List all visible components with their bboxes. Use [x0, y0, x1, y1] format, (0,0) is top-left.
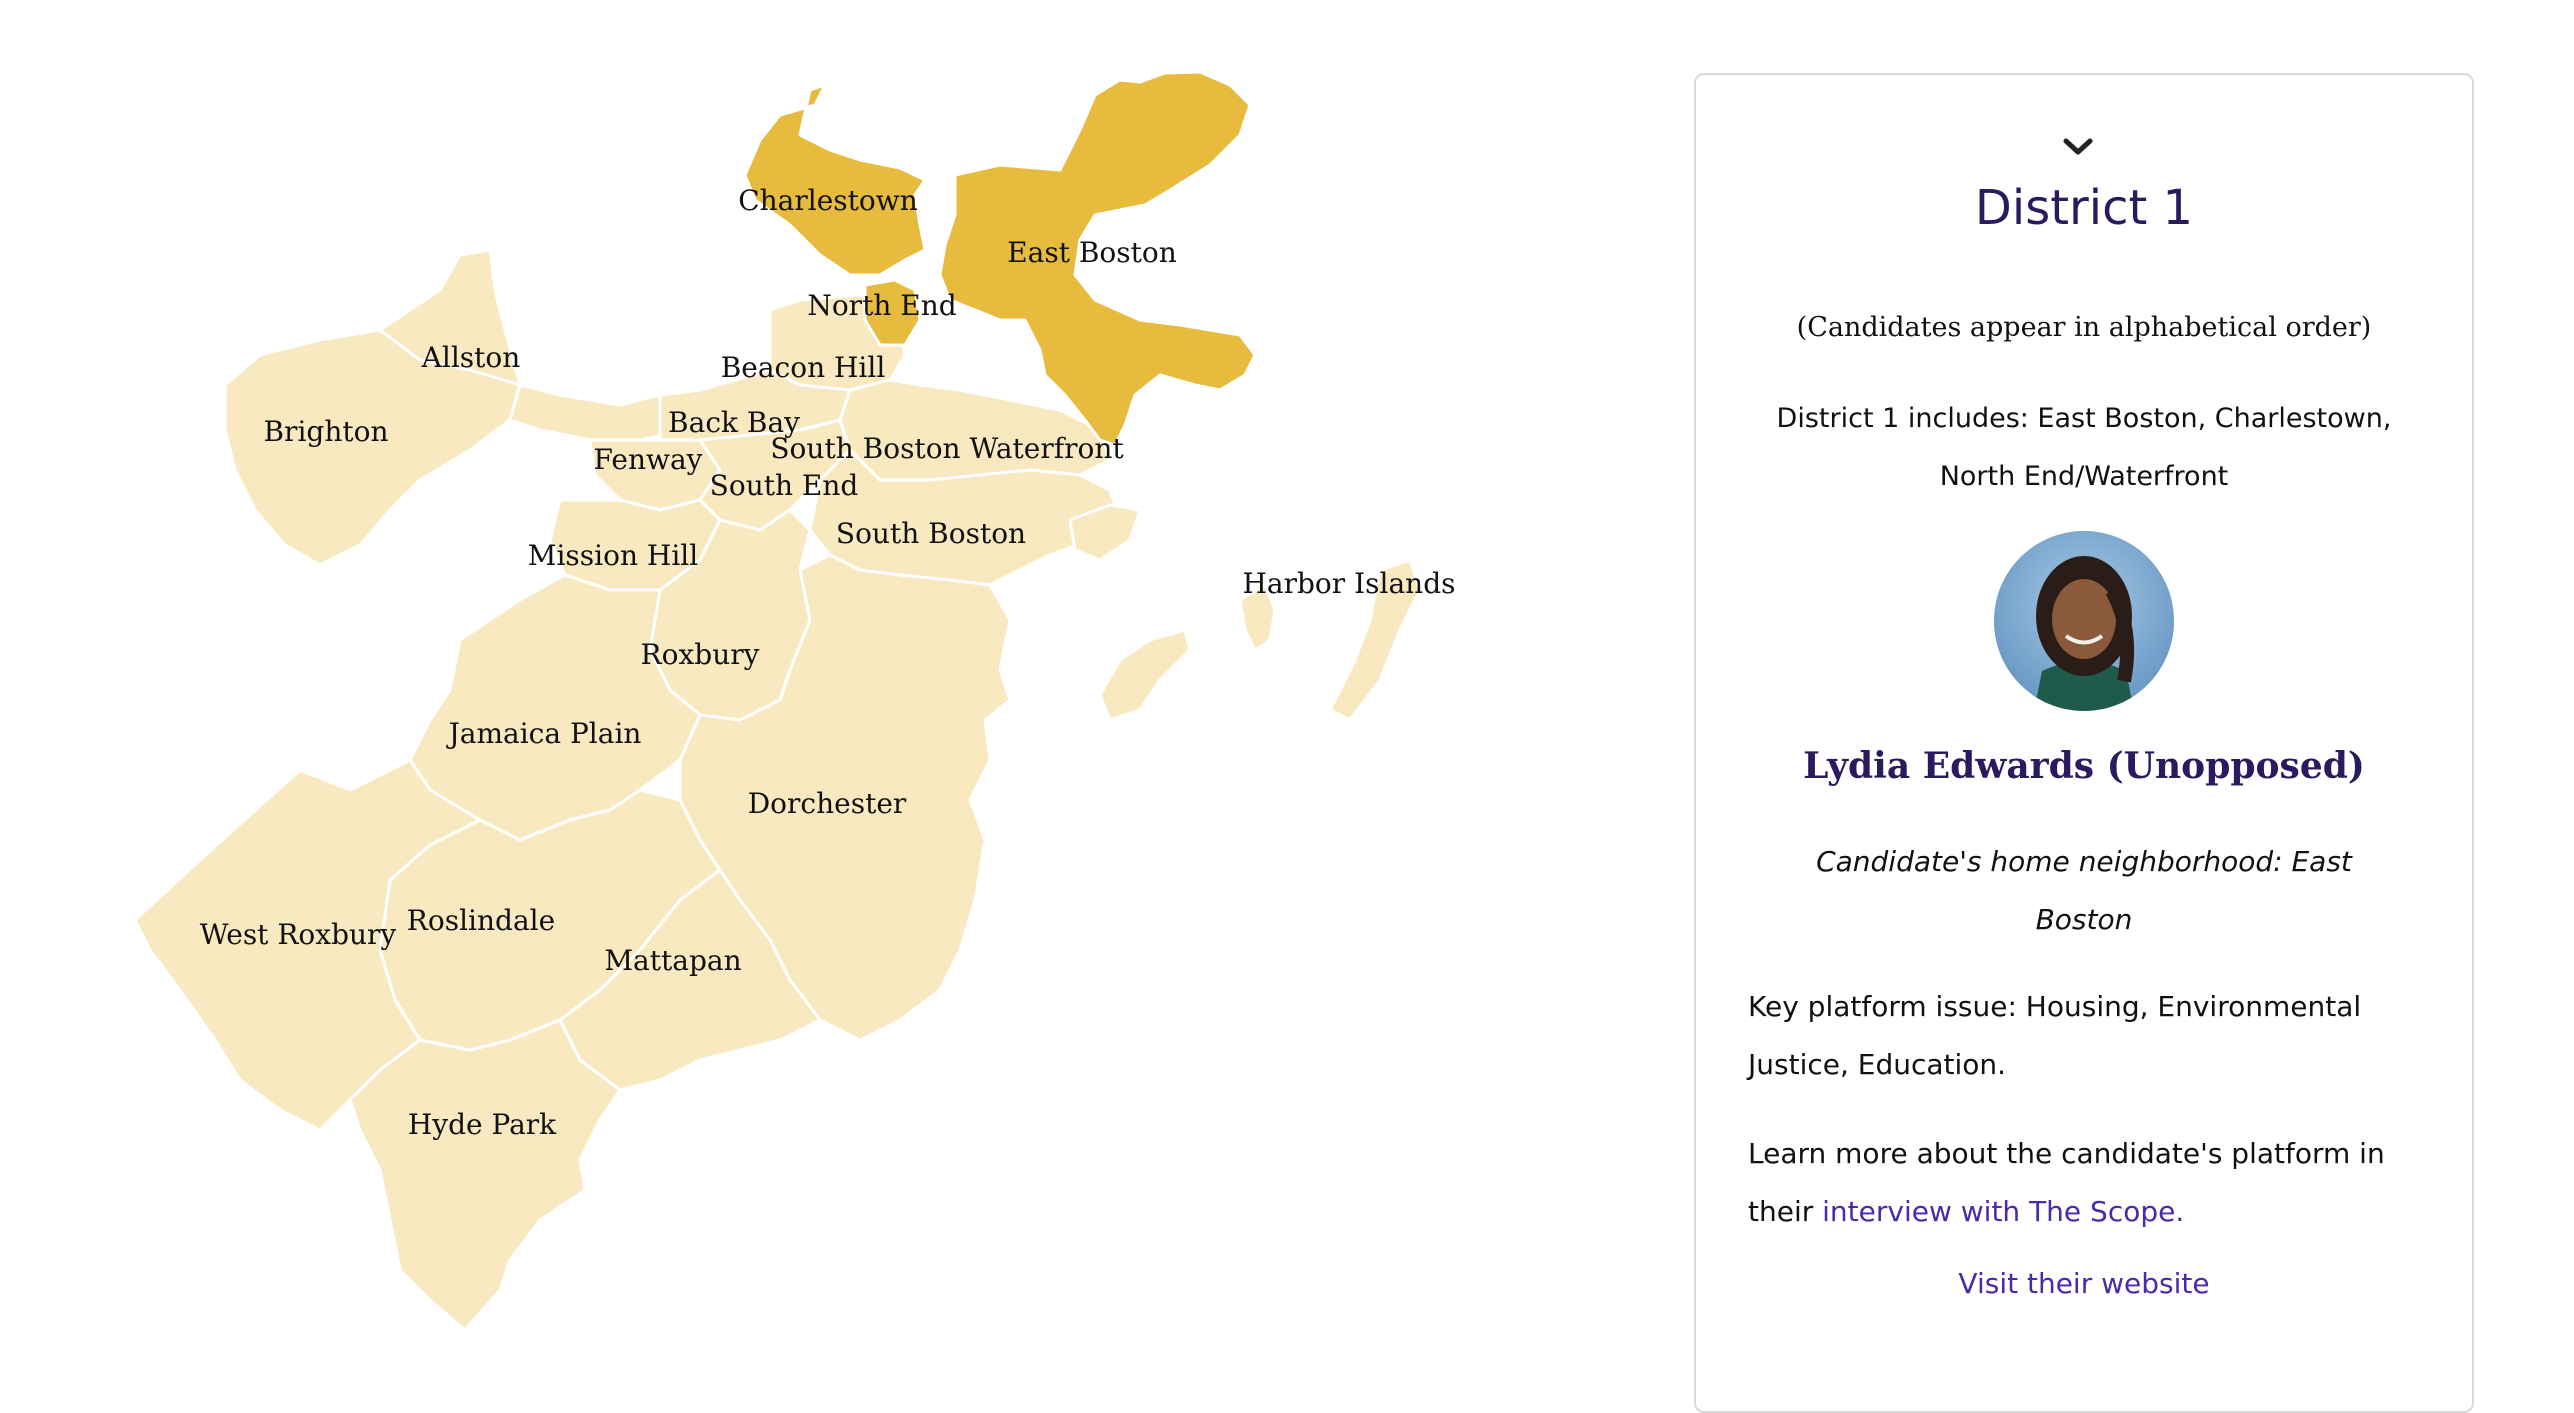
label-fenway: Fenway	[594, 443, 703, 476]
region-harbor-islands-c[interactable]	[1098, 628, 1192, 722]
map-canvas: Charlestown East Boston North End Beacon…	[133, 70, 1456, 1332]
label-beacon-hill: Beacon Hill	[721, 351, 886, 384]
label-hyde-park: Hyde Park	[408, 1108, 557, 1141]
boston-district-map: Charlestown East Boston North End Beacon…	[0, 0, 1650, 1356]
label-south-end: South End	[710, 469, 859, 502]
region-hyde-park[interactable]	[348, 1018, 622, 1332]
label-mission-hill: Mission Hill	[528, 539, 698, 572]
chevron-down-icon[interactable]	[2061, 135, 2095, 159]
label-east-boston: East Boston	[1007, 236, 1177, 269]
candidate-portrait	[1994, 531, 2174, 711]
label-roxbury: Roxbury	[641, 638, 760, 671]
label-charlestown: Charlestown	[738, 184, 918, 217]
candidate-avatar	[1994, 531, 2174, 711]
label-south-boston-waterfront: South Boston Waterfront	[770, 432, 1124, 465]
label-brighton: Brighton	[263, 415, 388, 448]
alphabetical-order-note: (Candidates appear in alphabetical order…	[1796, 312, 2372, 343]
candidate-platform: Key platform issue: Housing, Environment…	[1748, 990, 2362, 1081]
candidate-home-neighborhood: Candidate's home neighborhood: East Bost…	[1816, 845, 2352, 936]
label-north-end: North End	[807, 289, 956, 322]
candidate-name: Lydia Edwards (Unopposed)	[1803, 745, 2365, 787]
label-roslindale: Roslindale	[407, 904, 555, 937]
label-west-roxbury: West Roxbury	[200, 918, 397, 951]
district-title: District 1	[1974, 180, 2194, 236]
region-charlestown[interactable]	[743, 83, 927, 277]
district-includes-text: District 1 includes: East Boston, Charle…	[1776, 403, 2392, 492]
learn-more-text: Learn more about the candidate's platfor…	[1748, 1125, 2432, 1241]
district-info-panel: District 1 (Candidates appear in alphabe…	[1694, 73, 2474, 1413]
label-jamaica-plain: Jamaica Plain	[446, 717, 642, 750]
label-allston: Allston	[421, 341, 521, 374]
label-dorchester: Dorchester	[748, 787, 907, 820]
label-mattapan: Mattapan	[604, 944, 741, 977]
visit-website-link[interactable]: Visit their website	[1696, 1267, 2472, 1300]
interview-link[interactable]: interview with The Scope.	[1822, 1195, 2184, 1228]
label-harbor-islands: Harbor Islands	[1243, 567, 1456, 600]
label-south-boston: South Boston	[836, 517, 1026, 550]
